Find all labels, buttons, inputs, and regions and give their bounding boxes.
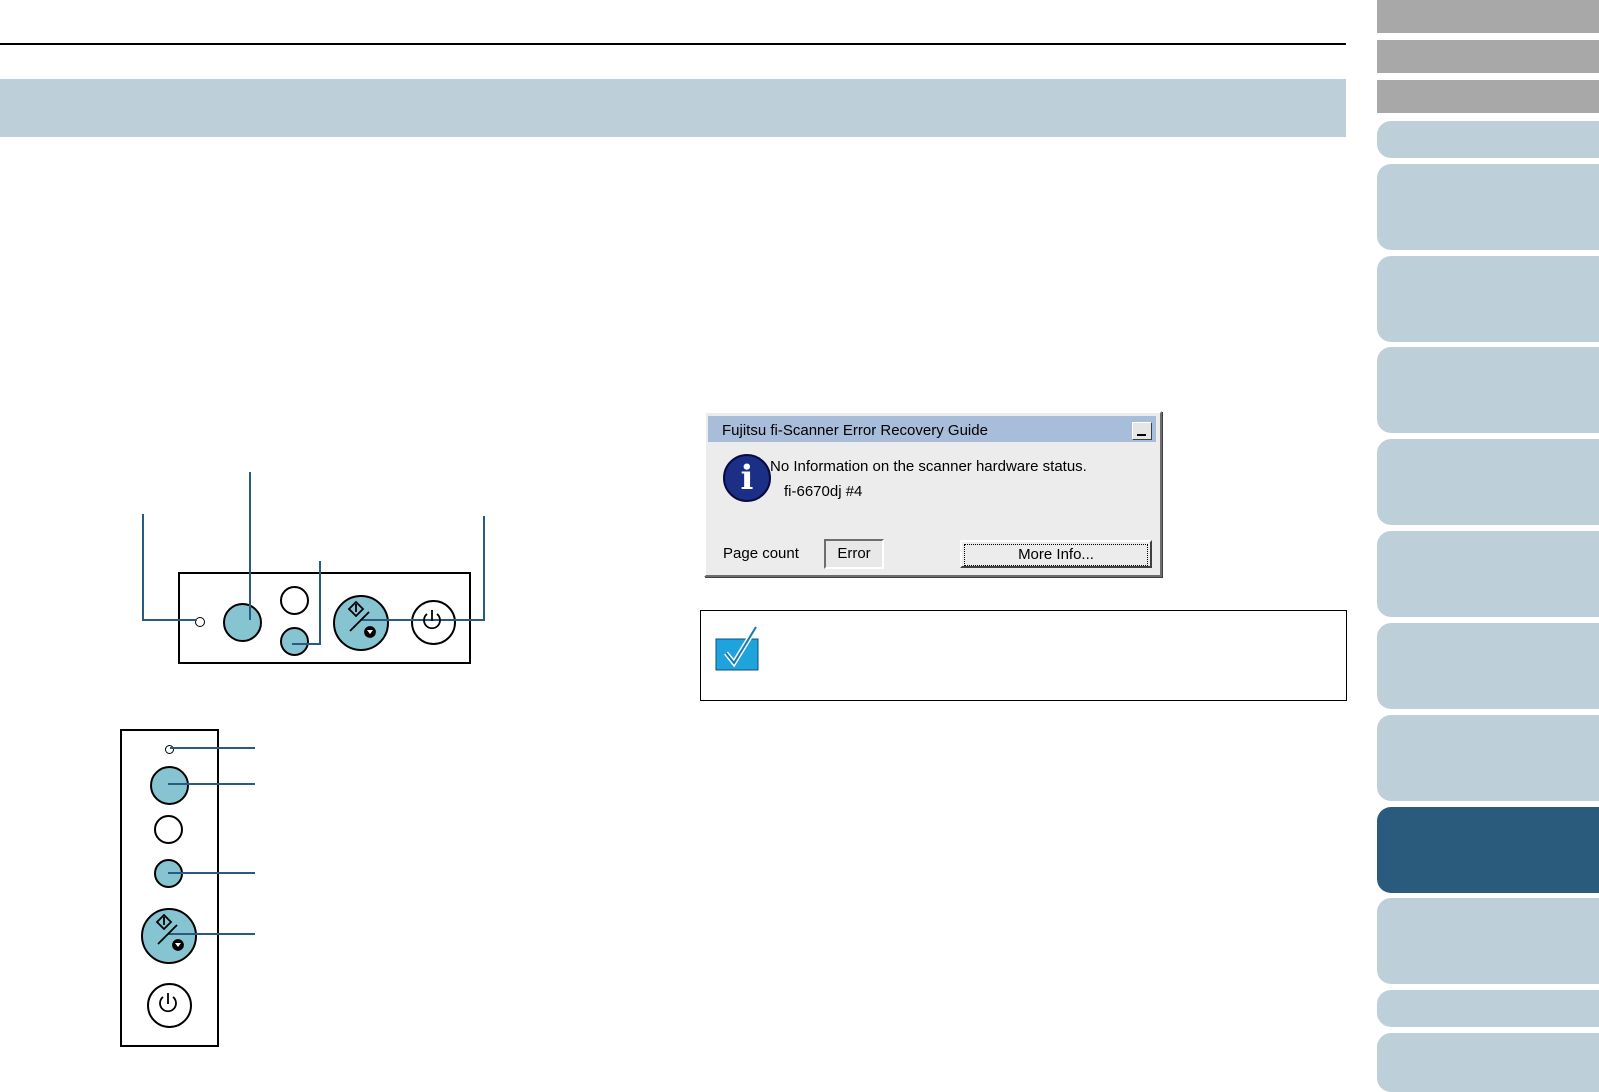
minimize-button[interactable] <box>1132 422 1152 440</box>
nav-tab-chapter-4[interactable] <box>1377 439 1599 525</box>
hint-box <box>700 610 1347 701</box>
nav-tab-chapter-8-active[interactable] <box>1377 807 1599 893</box>
more-info-label: More Info... <box>964 544 1148 566</box>
scan-stop-icon-vertical <box>155 913 184 951</box>
nav-tab-appendix[interactable] <box>1377 898 1599 984</box>
nav-tab-contents[interactable] <box>1377 40 1599 73</box>
nav-tab-index[interactable] <box>1377 80 1599 113</box>
info-icon: i <box>723 454 771 502</box>
callout-scan-stop <box>362 516 485 621</box>
dialog-device: fi-6670dj #4 <box>784 483 863 500</box>
more-info-button[interactable]: More Info... <box>960 540 1152 568</box>
checkmark-hint-icon <box>715 625 759 671</box>
nav-tab-chapter-1[interactable] <box>1377 164 1599 250</box>
nav-tab-chapter-3[interactable] <box>1377 347 1599 433</box>
dialog-titlebar: Fujitsu fi-Scanner Error Recovery Guide <box>708 416 1156 442</box>
dialog-title: Fujitsu fi-Scanner Error Recovery Guide <box>722 422 988 439</box>
nav-tab-top[interactable] <box>1377 0 1599 33</box>
page-count-label: Page count <box>723 545 799 562</box>
callout-send-to <box>292 561 321 645</box>
page-count-field: Error <box>824 539 884 569</box>
callout-led <box>142 514 197 621</box>
dialog-message: No Information on the scanner hardware s… <box>770 458 1087 475</box>
nav-tab-chapter-7[interactable] <box>1377 715 1599 801</box>
nav-tab-chapter-2[interactable] <box>1377 256 1599 342</box>
power-icon-vertical <box>159 993 177 1013</box>
nav-tab-introduction[interactable] <box>1377 121 1599 158</box>
error-recovery-dialog: Fujitsu fi-Scanner Error Recovery Guide … <box>704 411 1162 577</box>
panel-icons-and-callouts <box>142 472 485 1013</box>
nav-tab-chapter-5[interactable] <box>1377 531 1599 617</box>
nav-tab-chapter-6[interactable] <box>1377 623 1599 709</box>
nav-tab-last[interactable] <box>1377 1033 1599 1092</box>
nav-tab-glossary[interactable] <box>1377 990 1599 1027</box>
